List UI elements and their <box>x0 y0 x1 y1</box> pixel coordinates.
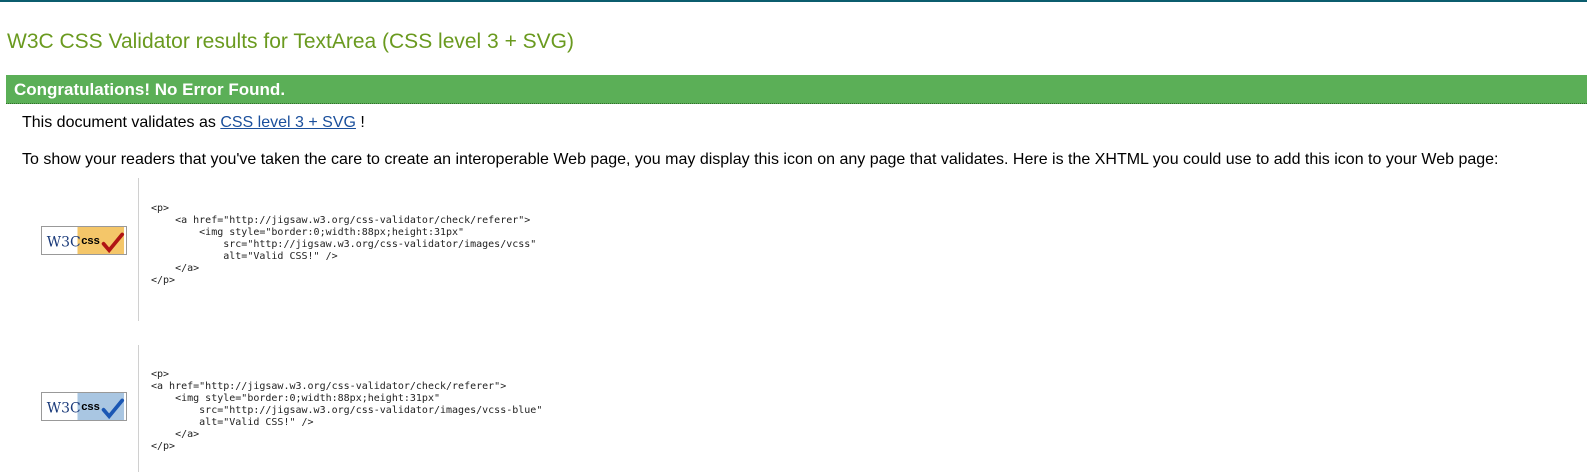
success-banner: Congratulations! No Error Found. <box>6 75 1587 104</box>
page-title: W3C CSS Validator results for TextArea (… <box>7 30 575 53</box>
w3c-css-valid-gold-icon[interactable]: W3C css <box>41 226 127 255</box>
badge-xhtml-code: <p> <a href="http://jigsaw.w3.org/css-va… <box>151 369 543 452</box>
validation-summary: This document validates as CSS level 3 +… <box>22 114 365 132</box>
w3c-css-valid-blue-icon[interactable]: W3C css <box>41 392 127 421</box>
success-heading: Congratulations! No Error Found. <box>14 80 286 99</box>
badge-w3c-text: W3C <box>47 235 81 251</box>
validates-suffix: ! <box>360 114 365 131</box>
profile-link[interactable]: CSS level 3 + SVG <box>220 114 356 131</box>
validates-prefix: This document validates as <box>22 114 216 131</box>
badge-code-block: <p> <a href="http://jigsaw.w3.org/css-va… <box>138 178 1339 321</box>
badge-w3c-text: W3C <box>47 401 81 417</box>
badge-code-block: <p> <a href="http://jigsaw.w3.org/css-va… <box>138 345 1339 472</box>
icon-info-text: To show your readers that you've taken t… <box>22 151 1499 168</box>
badge-css-text: css <box>81 401 100 413</box>
badge-css-text: css <box>81 235 100 247</box>
top-rule <box>0 0 1587 2</box>
badge-xhtml-code: <p> <a href="http://jigsaw.w3.org/css-va… <box>151 203 537 286</box>
